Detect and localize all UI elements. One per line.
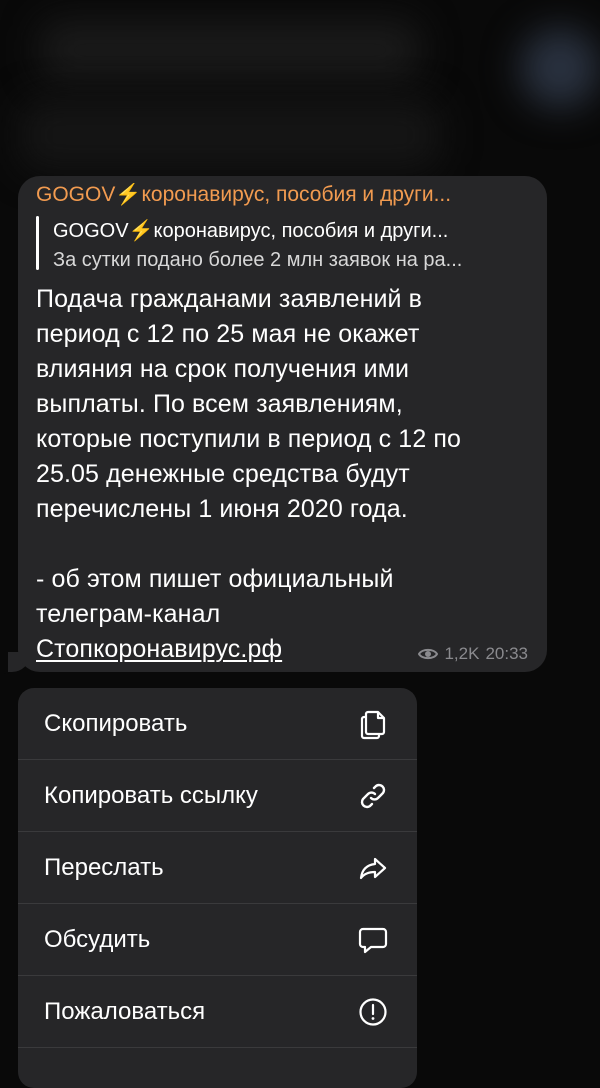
menu-item-label: Скопировать <box>44 709 188 737</box>
reply-quote[interactable]: GOGOV⚡️коронавирус, пособия и други... З… <box>36 212 536 274</box>
blurred-message <box>20 100 440 170</box>
report-icon <box>357 996 389 1028</box>
link-icon <box>357 780 389 812</box>
menu-item-copy[interactable]: Скопировать <box>18 688 417 760</box>
menu-item-report[interactable]: Пожаловаться <box>18 976 417 1048</box>
message-sender[interactable]: GOGOV⚡️коронавирус, пособия и други... <box>36 183 536 207</box>
view-count: 1,2K <box>444 644 480 663</box>
blurred-avatar <box>520 28 600 108</box>
message-link[interactable]: Стопкоронавирус.рф <box>36 635 282 663</box>
message-line: которые поступили в период с 12 по <box>36 425 462 453</box>
message-line: влияния на срок получения ими <box>36 355 410 383</box>
menu-item-label: Переслать <box>44 853 164 881</box>
menu-item-label: Обсудить <box>44 925 151 953</box>
menu-item-partial <box>18 1048 417 1088</box>
message-time: 20:33 <box>485 644 528 663</box>
blurred-header <box>40 20 420 80</box>
reply-bar <box>36 216 39 270</box>
menu-item-forward[interactable]: Переслать <box>18 832 417 904</box>
message-line: 25.05 денежные средства будут <box>36 460 410 488</box>
message-line: перечислены 1 июня 2020 года. <box>36 495 408 523</box>
message-line: период с 12 по 25 мая не окажет <box>36 320 420 348</box>
reply-title: GOGOV⚡️коронавирус, пособия и други... <box>53 220 449 242</box>
menu-item-discuss[interactable]: Обсудить <box>18 904 417 976</box>
message-line: выплаты. По всем заявлениям, <box>36 390 403 418</box>
message-meta: 1,2K 20:33 <box>418 644 528 664</box>
forward-icon <box>357 852 389 884</box>
menu-item-label: Копировать ссылку <box>44 781 258 809</box>
comment-icon <box>357 924 389 956</box>
message-line: Подача гражданами заявлений в <box>36 285 423 313</box>
context-menu: Скопировать Копировать ссылку Переслать … <box>18 688 417 1088</box>
reply-text: За сутки подано более 2 млн заявок на ра… <box>53 249 463 271</box>
message-line: телеграм-канал <box>36 600 221 628</box>
copy-icon <box>357 708 389 740</box>
menu-item-label: Пожаловаться <box>44 997 206 1025</box>
menu-item-copy-link[interactable]: Копировать ссылку <box>18 760 417 832</box>
eye-icon <box>418 647 439 661</box>
message-line: - об этом пишет официальный <box>36 565 394 593</box>
message-text: Подача гражданами заявлений в период с 1… <box>36 282 536 667</box>
